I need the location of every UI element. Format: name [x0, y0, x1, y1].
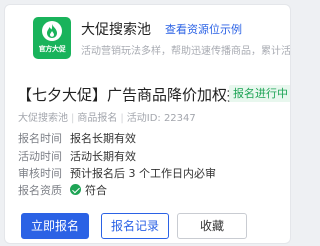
check-circle-icon	[70, 184, 81, 195]
view-example-link[interactable]: 查看资源位示例	[165, 21, 242, 37]
activity-card: 官方大促 大促搜索池 查看资源位示例 活动营销玩法多样，帮助迅速传播商品，累计活…	[4, 4, 291, 244]
status-badge: 报名进行中	[229, 85, 290, 102]
info-row-review-time: 审核时间 预计报名后 3 个工作日内必审	[18, 165, 216, 181]
pool-title: 大促搜索池	[81, 22, 151, 38]
meta-separator: |	[71, 113, 75, 124]
info-value: 活动长期有效	[70, 150, 136, 163]
info-row-qualification: 报名资质 符合	[18, 182, 107, 198]
activity-title: 【七夕大促】广告商品降价加权报名	[17, 86, 258, 104]
pool-logo: 官方大促	[33, 17, 71, 59]
info-label: 活动时间	[18, 150, 62, 163]
meta-id: 活动ID: 22347	[126, 113, 196, 124]
pool-description: 活动营销玩法多样，帮助迅速传播商品，累计活跃	[81, 46, 291, 57]
info-label: 审核时间	[18, 167, 62, 180]
logo-text: 官方大促	[38, 45, 66, 53]
info-label: 报名资质	[18, 184, 62, 197]
fire-icon	[42, 21, 62, 41]
meta-pool: 大促搜索池	[18, 113, 68, 124]
info-row-activity-time: 活动时间 活动长期有效	[18, 148, 136, 164]
favorite-button[interactable]: 收藏	[177, 213, 247, 239]
pool-header: 官方大促 大促搜索池 查看资源位示例 活动营销玩法多样，帮助迅速传播商品，累计活…	[15, 13, 291, 65]
signup-now-button[interactable]: 立即报名	[21, 213, 89, 239]
info-value: 报名长期有效	[70, 132, 136, 145]
info-value: 预计报名后 3 个工作日内必审	[70, 167, 216, 180]
meta-type: 商品报名	[77, 113, 118, 124]
info-value: 符合	[85, 184, 107, 197]
info-row-signup-time: 报名时间 报名长期有效	[18, 130, 136, 146]
activity-meta: 大促搜索池 | 商品报名 | 活动ID: 22347	[18, 109, 196, 124]
meta-separator: |	[120, 113, 124, 124]
signup-records-button[interactable]: 报名记录	[101, 213, 169, 239]
info-label: 报名时间	[18, 132, 62, 145]
